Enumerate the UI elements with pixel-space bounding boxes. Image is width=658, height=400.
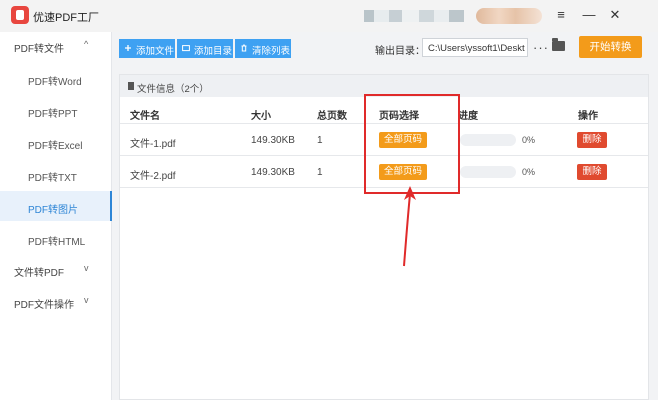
sidebar-group-label: 文件转PDF bbox=[14, 268, 64, 279]
file-name: 文件-1.pdf bbox=[130, 139, 176, 150]
column-header-size: 大小 bbox=[251, 111, 271, 122]
output-directory-field[interactable]: C:\Users\yssoft1\Deskt bbox=[422, 38, 528, 57]
column-header-progress: 进度 bbox=[458, 111, 478, 122]
app-title: 优速PDF工厂 bbox=[33, 12, 99, 24]
file-size: 149.30KB bbox=[251, 167, 295, 178]
add-file-button[interactable]: 添加文件 bbox=[119, 39, 175, 58]
chevron-up-icon: ^ bbox=[84, 39, 89, 49]
sidebar-item-label: PDF转Excel bbox=[28, 141, 83, 152]
sidebar-item-label: PDF转TXT bbox=[28, 173, 77, 184]
close-button[interactable]: ✕ bbox=[605, 6, 625, 24]
output-directory-value: C:\Users\yssoft1\Deskt bbox=[428, 43, 525, 54]
progress-percent: 0% bbox=[522, 135, 536, 145]
minimize-button[interactable]: — bbox=[579, 6, 599, 24]
folder-icon[interactable] bbox=[552, 38, 565, 51]
more-options-button[interactable]: ··· bbox=[533, 40, 549, 55]
progress-bar bbox=[460, 134, 516, 146]
blurred-user-avatar bbox=[476, 8, 542, 24]
sidebar-item-pdf-to-ppt[interactable]: PDF转PPT bbox=[0, 95, 112, 125]
clear-list-label: 清除列表 bbox=[252, 46, 291, 57]
trash-icon bbox=[241, 44, 247, 52]
file-size: 149.30KB bbox=[251, 135, 295, 146]
sidebar-item-label: PDF转PPT bbox=[28, 109, 78, 120]
sidebar: PDF转文件 ^ PDF转Word PDF转PPT PDF转Excel PDF转… bbox=[0, 32, 112, 400]
sidebar-item-pdf-to-txt[interactable]: PDF转TXT bbox=[0, 159, 112, 189]
sidebar-item-label: PDF转Word bbox=[28, 77, 82, 88]
add-directory-label: 添加目录 bbox=[194, 46, 233, 57]
file-name: 文件-2.pdf bbox=[130, 171, 176, 182]
output-directory-label: 输出目录： bbox=[375, 46, 425, 57]
sidebar-item-pdf-to-excel[interactable]: PDF转Excel bbox=[0, 127, 112, 157]
annotation-highlight-box bbox=[364, 94, 460, 194]
chevron-down-icon: v bbox=[84, 295, 89, 305]
annotation-arrow-icon bbox=[403, 186, 416, 267]
delete-button[interactable]: 删除 bbox=[577, 164, 607, 180]
progress-bar bbox=[460, 166, 516, 178]
start-convert-button[interactable]: 开始转换 bbox=[579, 36, 642, 58]
sidebar-item-pdf-to-image[interactable]: PDF转图片 bbox=[0, 191, 112, 221]
column-header-filename: 文件名 bbox=[130, 111, 160, 122]
sidebar-group-pdf-to-file[interactable]: PDF转文件 ^ bbox=[0, 32, 112, 60]
sidebar-group-label: PDF文件操作 bbox=[14, 300, 74, 311]
add-directory-button[interactable]: 添加目录 bbox=[177, 39, 233, 58]
progress-percent: 0% bbox=[522, 167, 536, 177]
sidebar-item-pdf-to-word[interactable]: PDF转Word bbox=[0, 63, 112, 93]
blurred-info bbox=[364, 10, 464, 22]
sidebar-item-label: PDF转HTML bbox=[28, 237, 86, 248]
add-file-icon bbox=[125, 45, 131, 51]
column-header-action: 操作 bbox=[578, 111, 598, 122]
sidebar-item-pdf-to-html[interactable]: PDF转HTML bbox=[0, 223, 112, 253]
app-logo-icon bbox=[11, 6, 29, 24]
sidebar-group-label: PDF转文件 bbox=[14, 44, 64, 55]
chevron-down-icon: v bbox=[84, 263, 89, 273]
add-file-label: 添加文件 bbox=[136, 46, 175, 57]
document-icon bbox=[128, 82, 134, 90]
page-count: 1 bbox=[317, 167, 323, 178]
panel-header-label: 文件信息（2个） bbox=[137, 84, 209, 95]
sidebar-item-label: PDF转图片 bbox=[28, 205, 78, 216]
sidebar-group-pdf-operations[interactable]: PDF文件操作 v bbox=[0, 288, 112, 316]
column-header-pages: 总页数 bbox=[317, 111, 347, 122]
clear-list-button[interactable]: 清除列表 bbox=[235, 39, 291, 58]
sidebar-group-file-to-pdf[interactable]: 文件转PDF v bbox=[0, 256, 112, 284]
delete-button[interactable]: 删除 bbox=[577, 132, 607, 148]
folder-outline-icon bbox=[182, 45, 190, 52]
menu-icon[interactable]: ≡ bbox=[551, 6, 571, 24]
page-count: 1 bbox=[317, 135, 323, 146]
title-bar: 优速PDF工厂 ≡ — ✕ bbox=[0, 0, 658, 32]
